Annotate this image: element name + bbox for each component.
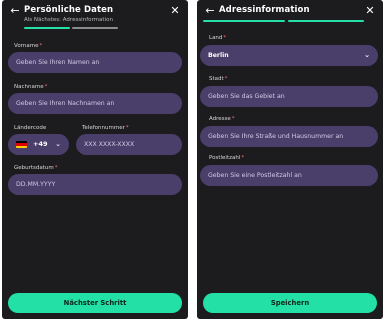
country-code-value: +49 [33, 140, 48, 148]
next-step-button[interactable]: Nächster Schritt [8, 293, 182, 313]
stadt-placeholder: Geben Sie das Gebiet an [208, 93, 285, 100]
postleitzahl-placeholder: Geben Sie eine Postleitzahl an [208, 172, 302, 179]
progress-step-1 [24, 27, 70, 29]
personal-data-screen: ← Persönliche Daten Als Nächstes: Adress… [2, 0, 188, 319]
header: ← Adressinformation ✕ [197, 0, 383, 40]
vorname-label: Vorname* [14, 43, 43, 49]
land-value: Berlin [208, 52, 229, 59]
close-icon[interactable]: ✕ [168, 4, 182, 18]
stadt-label: Stadt* [209, 76, 228, 82]
nachname-placeholder: Geben Sie Ihren Nachnamen an [16, 100, 115, 107]
arrow-left-icon[interactable]: ← [203, 4, 217, 18]
vorname-placeholder: Geben Sie Ihren Namen an [16, 59, 100, 66]
chevron-down-icon: ⌄ [364, 51, 370, 59]
adresse-field[interactable]: Geben Sie Ihre Straße und Hausnummer an [200, 126, 378, 147]
geburtsdatum-label: Geburtsdatum* [14, 165, 58, 171]
page-subtitle: Als Nächstes: Adressinformation [24, 17, 113, 23]
stadt-field[interactable]: Geben Sie das Gebiet an [200, 86, 378, 107]
land-label: Land* [209, 35, 227, 41]
progress-step-1 [203, 20, 285, 22]
save-button[interactable]: Speichern [203, 293, 377, 313]
telefonnummer-label: Telefonnummer* [82, 125, 129, 131]
nachname-field[interactable]: Geben Sie Ihren Nachnamen an [8, 93, 182, 114]
header: ← Persönliche Daten Als Nächstes: Adress… [2, 0, 188, 40]
telefonnummer-field[interactable]: XXX XXXX-XXXX [76, 134, 182, 155]
laendercode-label: Ländercode [14, 125, 47, 131]
germany-flag-icon [16, 141, 27, 148]
progress-step-2 [288, 20, 364, 22]
page-title: Persönliche Daten [24, 5, 114, 15]
chevron-down-icon: ⌄ [55, 140, 61, 148]
postleitzahl-field[interactable]: Geben Sie eine Postleitzahl an [200, 165, 378, 186]
address-info-screen: ← Adressinformation ✕ Land* Berlin ⌄ Sta… [197, 0, 383, 319]
country-code-select[interactable]: +49 ⌄ [8, 134, 69, 155]
arrow-left-icon[interactable]: ← [8, 4, 22, 18]
close-icon[interactable]: ✕ [363, 4, 377, 18]
vorname-field[interactable]: Geben Sie Ihren Namen an [8, 52, 182, 73]
progress-step-2 [72, 27, 118, 29]
geburtsdatum-field[interactable]: DD.MM.YYYY [8, 174, 182, 195]
land-select[interactable]: Berlin ⌄ [200, 45, 378, 66]
geburtsdatum-placeholder: DD.MM.YYYY [16, 181, 56, 188]
postleitzahl-label: Postleitzahl* [209, 155, 245, 161]
page-title: Adressinformation [219, 5, 310, 15]
telefonnummer-placeholder: XXX XXXX-XXXX [84, 141, 135, 148]
adresse-label: Adresse* [209, 116, 235, 122]
nachname-label: Nachname* [14, 84, 48, 90]
adresse-placeholder: Geben Sie Ihre Straße und Hausnummer an [208, 133, 344, 140]
